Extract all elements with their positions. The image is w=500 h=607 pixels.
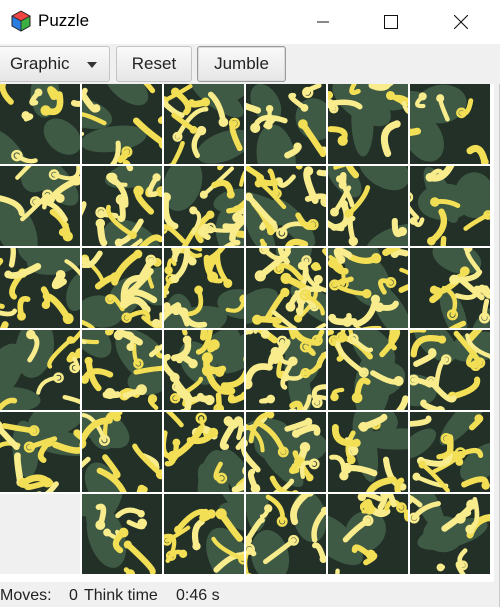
minimize-button[interactable] <box>300 0 346 44</box>
graphic-dropdown[interactable]: Graphic <box>0 46 110 82</box>
puzzle-tile[interactable] <box>410 330 490 410</box>
think-time-value: 0:46 s <box>176 587 220 604</box>
puzzle-tile[interactable] <box>246 412 326 492</box>
puzzle-tile[interactable] <box>164 84 244 164</box>
puzzle-tile[interactable] <box>410 412 490 492</box>
puzzle-tile[interactable] <box>82 166 162 246</box>
puzzle-tile[interactable] <box>164 248 244 328</box>
puzzle-tile[interactable] <box>410 494 490 574</box>
puzzle-tile[interactable] <box>164 330 244 410</box>
reset-button[interactable]: Reset <box>116 46 192 82</box>
puzzle-tile[interactable] <box>164 166 244 246</box>
puzzle-tile[interactable] <box>410 166 490 246</box>
puzzle-tile[interactable] <box>82 330 162 410</box>
puzzle-tile[interactable] <box>82 248 162 328</box>
title-bar[interactable]: Puzzle <box>0 0 500 44</box>
moves-value: 0 <box>69 587 78 604</box>
jumble-button[interactable]: Jumble <box>197 46 286 82</box>
maximize-icon <box>384 15 398 29</box>
puzzle-tile[interactable] <box>410 84 490 164</box>
puzzle-tile[interactable] <box>82 84 162 164</box>
close-icon <box>454 15 468 29</box>
puzzle-tile[interactable] <box>246 494 326 574</box>
puzzle-tile[interactable] <box>328 330 408 410</box>
puzzle-tile[interactable] <box>328 84 408 164</box>
puzzle-tile[interactable] <box>0 166 80 246</box>
puzzle-tile[interactable] <box>82 412 162 492</box>
puzzle-tile[interactable] <box>246 330 326 410</box>
puzzle-tile[interactable] <box>410 248 490 328</box>
moves-label: Moves: <box>0 587 52 604</box>
puzzle-tile[interactable] <box>0 248 80 328</box>
puzzle-cube-icon <box>10 10 32 32</box>
puzzle-tile[interactable] <box>0 330 80 410</box>
maximize-button[interactable] <box>368 0 414 44</box>
minimize-icon <box>317 21 329 23</box>
puzzle-tile[interactable] <box>246 84 326 164</box>
empty-tile-slot[interactable] <box>0 494 80 574</box>
chevron-down-icon <box>87 62 97 68</box>
think-time-label: Think time <box>84 587 158 604</box>
puzzle-tile[interactable] <box>246 248 326 328</box>
graphic-dropdown-label: Graphic <box>10 54 70 73</box>
puzzle-window: Puzzle Graphic Reset Jumble Moves: 0 Thi… <box>0 0 500 607</box>
close-button[interactable] <box>438 0 484 44</box>
puzzle-tile[interactable] <box>82 494 162 574</box>
puzzle-tile[interactable] <box>328 248 408 328</box>
puzzle-tile[interactable] <box>164 412 244 492</box>
toolbar: Graphic Reset Jumble <box>0 44 500 84</box>
puzzle-tile[interactable] <box>0 412 80 492</box>
puzzle-tile[interactable] <box>328 166 408 246</box>
puzzle-tile[interactable] <box>328 494 408 574</box>
puzzle-tile[interactable] <box>328 412 408 492</box>
window-title: Puzzle <box>38 11 90 30</box>
puzzle-board <box>0 84 494 582</box>
puzzle-tile[interactable] <box>0 84 80 164</box>
puzzle-tile[interactable] <box>246 166 326 246</box>
puzzle-tile[interactable] <box>164 494 244 574</box>
status-bar: Moves: 0 Think time 0:46 s <box>0 584 500 607</box>
